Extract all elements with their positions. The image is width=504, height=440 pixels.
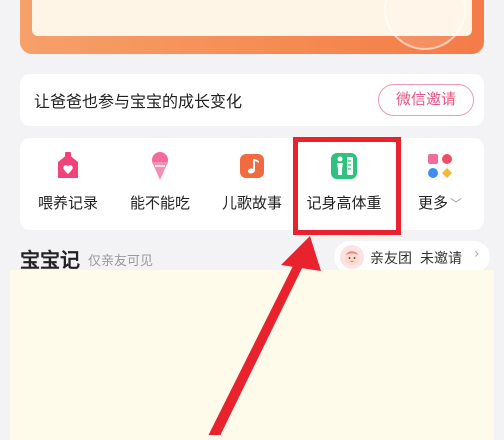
annotation-arrow-icon (208, 236, 321, 435)
